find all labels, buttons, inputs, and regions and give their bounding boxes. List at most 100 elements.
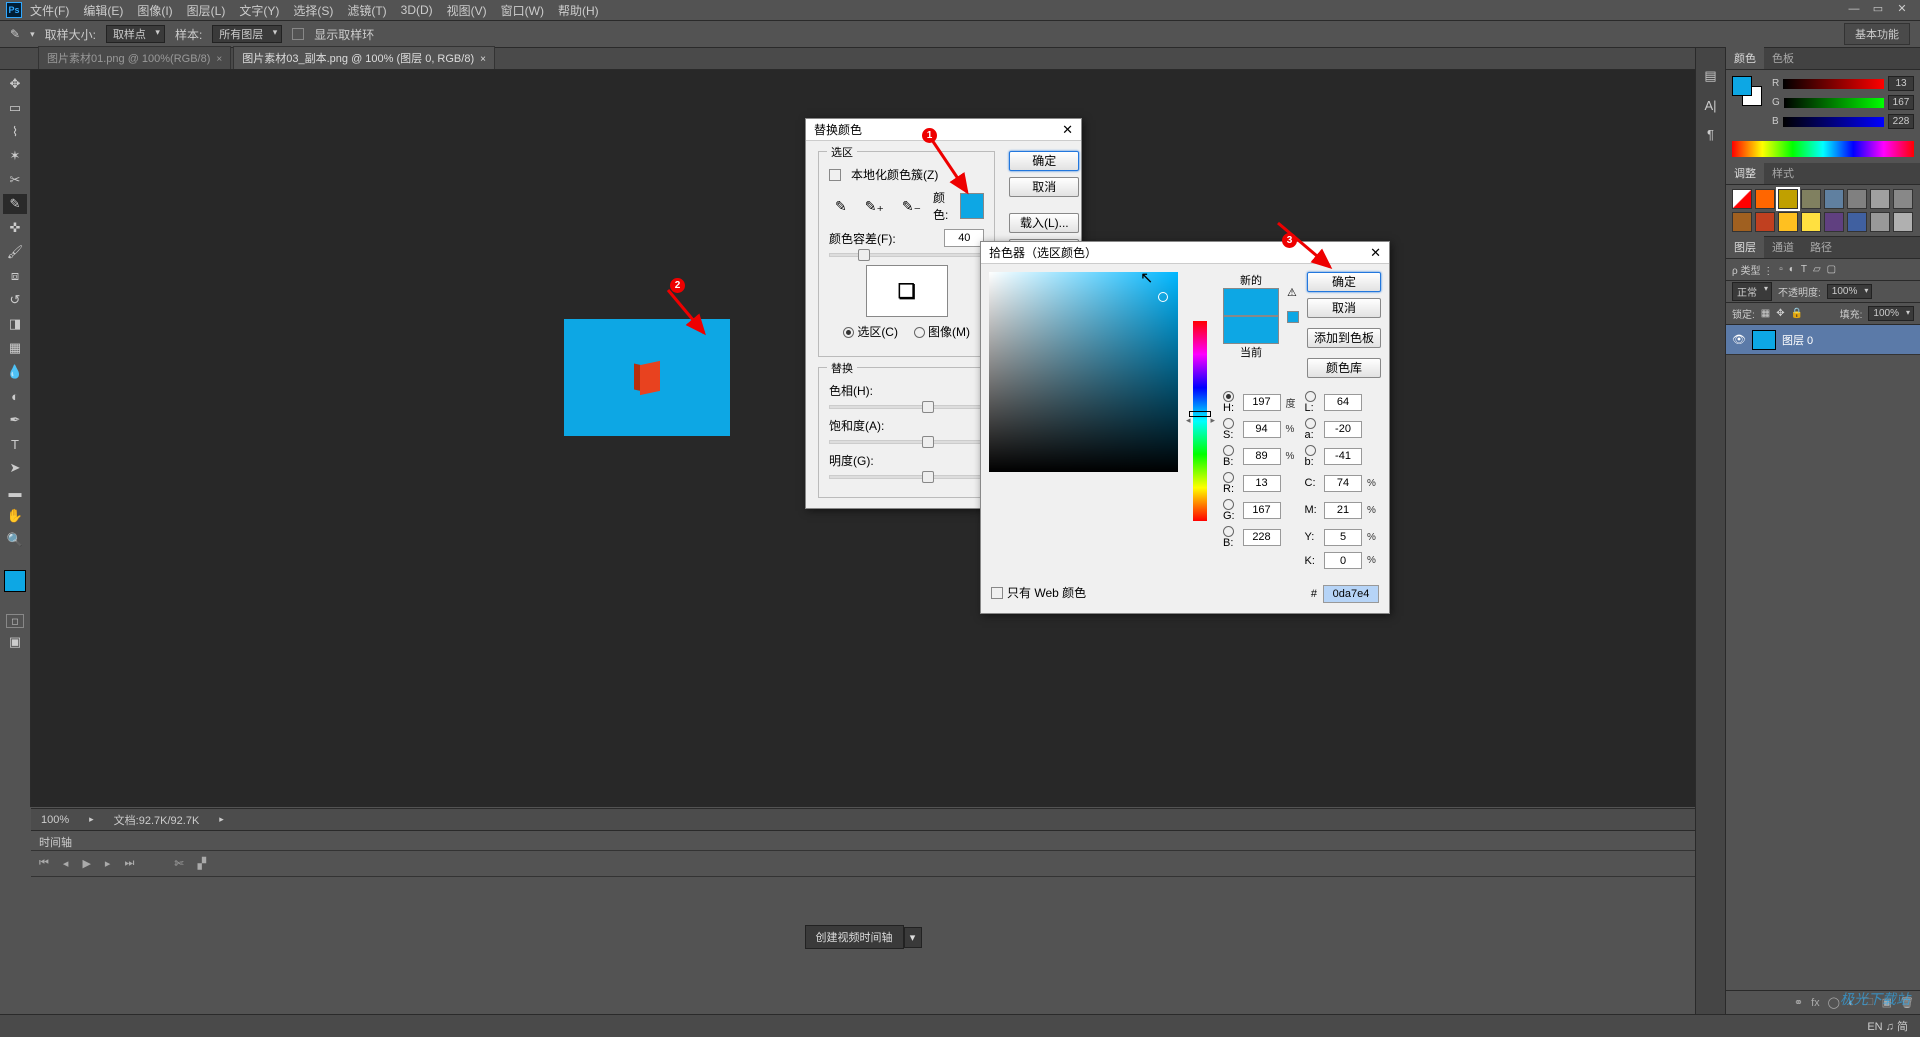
workspace-basic-button[interactable]: 基本功能 xyxy=(1844,23,1910,45)
hue-slider[interactable] xyxy=(829,405,984,409)
cut-icon[interactable]: ✄ xyxy=(174,857,183,870)
blend-mode-dropdown[interactable]: 正常 xyxy=(1732,282,1772,301)
lock-all-icon[interactable]: 🔒 xyxy=(1791,308,1803,319)
menu-3d[interactable]: 3D(D) xyxy=(401,3,433,17)
gradient-tool[interactable]: ▦ xyxy=(3,338,27,358)
l-radio[interactable] xyxy=(1305,391,1316,402)
l-input[interactable] xyxy=(1324,394,1362,411)
h-input[interactable] xyxy=(1243,394,1281,411)
g-input[interactable] xyxy=(1243,502,1281,519)
history-panel-icon[interactable]: ▤ xyxy=(1704,68,1716,84)
style-swatch[interactable] xyxy=(1732,189,1752,209)
menu-help[interactable]: 帮助(H) xyxy=(558,2,599,19)
picker-ok-button[interactable]: 确定 xyxy=(1307,272,1381,292)
color-panel-tab[interactable]: 颜色 xyxy=(1726,47,1764,69)
fill-value[interactable]: 100% xyxy=(1868,306,1914,321)
saturation-slider[interactable] xyxy=(829,440,984,444)
bl-input[interactable] xyxy=(1243,529,1281,546)
c-input[interactable] xyxy=(1324,475,1362,492)
create-video-timeline-button[interactable]: 创建视频时间轴 xyxy=(805,925,904,949)
minimize-button[interactable]: — xyxy=(1842,2,1866,18)
add-swatch-button[interactable]: 添加到色板 xyxy=(1307,328,1381,348)
sample-dropdown[interactable]: 所有图层 xyxy=(212,25,282,43)
goto-end-icon[interactable]: ⏭ xyxy=(124,857,134,870)
b-slider[interactable] xyxy=(1783,117,1884,127)
layers-tab[interactable]: 图层 xyxy=(1726,236,1764,258)
close-icon[interactable]: × xyxy=(216,54,222,65)
quick-mask-toggle[interactable]: ◻ xyxy=(6,614,24,628)
style-swatch[interactable] xyxy=(1847,189,1867,209)
cancel-button[interactable]: 取消 xyxy=(1009,177,1079,197)
style-swatch[interactable] xyxy=(1824,212,1844,232)
goto-start-icon[interactable]: ⏮ xyxy=(39,857,49,870)
bb-input[interactable] xyxy=(1324,448,1362,465)
prev-frame-icon[interactable]: ◂ xyxy=(63,857,69,870)
style-swatch[interactable] xyxy=(1893,212,1913,232)
localized-checkbox[interactable] xyxy=(829,169,841,181)
style-swatch[interactable] xyxy=(1755,212,1775,232)
r-radio[interactable] xyxy=(1223,472,1234,483)
filter-shape-icon[interactable]: ▱ xyxy=(1813,264,1821,275)
eyedropper-icon[interactable]: ✎ xyxy=(835,198,847,215)
lasso-tool[interactable]: ⌇ xyxy=(3,122,27,142)
zoom-level[interactable]: 100% xyxy=(41,814,69,826)
style-swatch[interactable] xyxy=(1732,212,1752,232)
close-icon[interactable]: ✕ xyxy=(1370,245,1381,261)
websafe-icon[interactable] xyxy=(1287,311,1299,323)
close-icon[interactable]: × xyxy=(480,54,486,65)
gamut-warning-icon[interactable]: ⚠ xyxy=(1287,287,1297,299)
fg-bg-swatches[interactable] xyxy=(1732,76,1764,108)
style-swatch[interactable] xyxy=(1778,189,1798,209)
document-tab-1[interactable]: 图片素材01.png @ 100%(RGB/8)× xyxy=(38,46,231,69)
hue-slider[interactable] xyxy=(1193,321,1207,521)
visibility-icon[interactable]: 👁 xyxy=(1732,333,1746,346)
style-swatch[interactable] xyxy=(1778,212,1798,232)
g-slider[interactable] xyxy=(1784,98,1884,108)
menu-filter[interactable]: 滤镜(T) xyxy=(347,2,386,19)
screen-mode-toggle[interactable]: ▣ xyxy=(3,632,27,652)
swatches-panel-tab[interactable]: 色板 xyxy=(1764,47,1802,69)
menu-edit[interactable]: 编辑(E) xyxy=(83,2,123,19)
filter-smart-icon[interactable]: ▢ xyxy=(1827,264,1836,275)
filter-text-icon[interactable]: T xyxy=(1801,264,1807,275)
marquee-tool[interactable]: ▭ xyxy=(3,98,27,118)
eyedropper-sub-icon[interactable]: ✎₋ xyxy=(902,198,921,215)
m-input[interactable] xyxy=(1324,502,1362,519)
color-spectrum[interactable] xyxy=(1732,141,1914,157)
color-field[interactable] xyxy=(989,272,1178,472)
menu-layer[interactable]: 图层(L) xyxy=(187,2,226,19)
menu-window[interactable]: 窗口(W) xyxy=(501,2,544,19)
styles-tab[interactable]: 样式 xyxy=(1764,162,1802,184)
selection-radio[interactable]: 选区(C) xyxy=(843,323,898,340)
a-input[interactable] xyxy=(1324,421,1362,438)
link-layers-icon[interactable]: ⚭ xyxy=(1794,996,1803,1009)
path-select-tool[interactable]: ➤ xyxy=(3,458,27,478)
eraser-tool[interactable]: ◨ xyxy=(3,314,27,334)
menu-type[interactable]: 文字(Y) xyxy=(239,2,279,19)
shape-tool[interactable]: ▬ xyxy=(3,482,27,502)
character-panel-icon[interactable]: A| xyxy=(1704,98,1716,113)
g-radio[interactable] xyxy=(1223,499,1234,510)
paths-tab[interactable]: 路径 xyxy=(1802,236,1840,258)
bv-radio[interactable] xyxy=(1223,445,1234,456)
document-tab-2[interactable]: 图片素材03_副本.png @ 100% (图层 0, RGB/8)× xyxy=(233,46,495,69)
style-swatch[interactable] xyxy=(1801,189,1821,209)
type-tool[interactable]: T xyxy=(3,434,27,454)
ime-indicator[interactable]: EN ♫ 简 xyxy=(1867,1018,1908,1034)
play-icon[interactable]: ▶ xyxy=(82,857,90,870)
menu-view[interactable]: 视图(V) xyxy=(447,2,487,19)
brush-tool[interactable]: 🖌 xyxy=(3,242,27,262)
filter-adjust-icon[interactable]: ◐ xyxy=(1789,264,1795,275)
dodge-tool[interactable]: ◐ xyxy=(3,386,27,406)
tolerance-slider[interactable] xyxy=(829,253,984,257)
timeline-tab[interactable]: 时间轴 xyxy=(31,831,1695,851)
maximize-button[interactable]: ▭ xyxy=(1866,2,1890,18)
b-value[interactable]: 228 xyxy=(1888,114,1914,129)
show-ring-checkbox[interactable] xyxy=(292,28,304,40)
foreground-color-swatch[interactable] xyxy=(4,570,26,592)
a-radio[interactable] xyxy=(1305,418,1316,429)
picker-cancel-button[interactable]: 取消 xyxy=(1307,298,1381,318)
close-button[interactable]: ✕ xyxy=(1890,2,1914,18)
doc-arrow-icon[interactable]: ▸ xyxy=(219,814,224,825)
bl-radio[interactable] xyxy=(1223,526,1234,537)
